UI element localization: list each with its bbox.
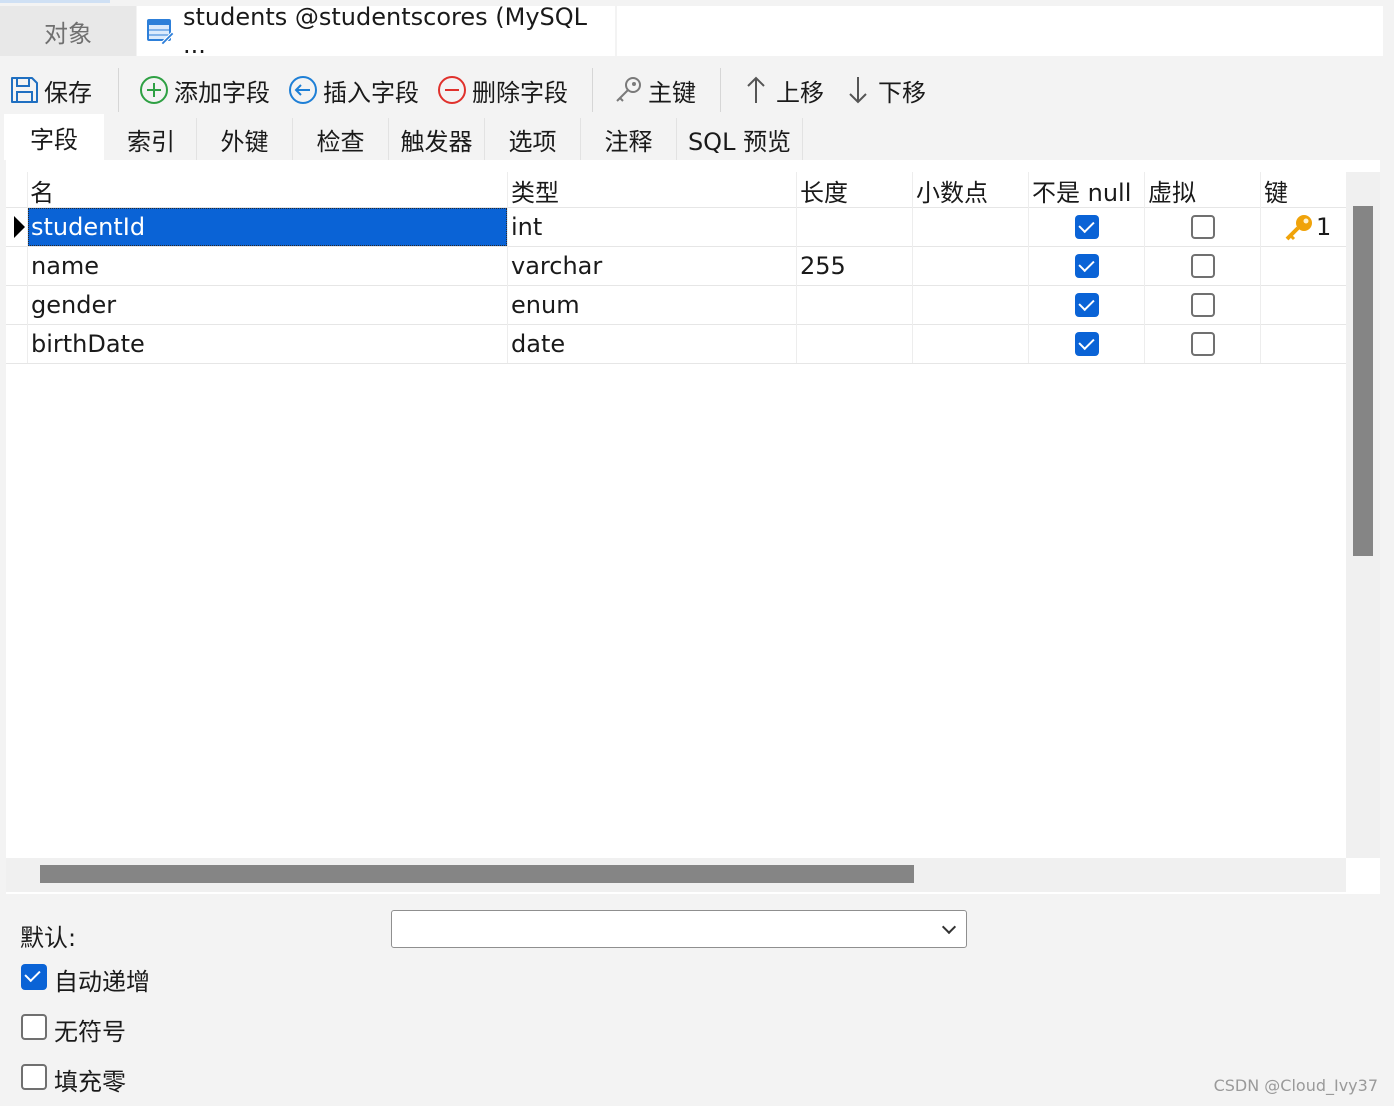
column-header-virtual[interactable]: 虚拟 (1145, 172, 1260, 208)
cell-field-length[interactable]: 255 (797, 247, 912, 285)
cell-field-decimals[interactable] (913, 208, 1028, 246)
arrow-down-icon (842, 74, 874, 106)
cell-field-type[interactable]: date (508, 325, 796, 363)
default-value-dropdown[interactable] (391, 910, 967, 948)
tab-sql-preview[interactable]: SQL 预览 (677, 118, 803, 160)
key-order-label: 1 (1316, 213, 1332, 241)
cell-field-length[interactable] (797, 208, 912, 246)
move-down-button[interactable]: 下移 (842, 72, 926, 108)
tab-objects[interactable]: 对象 (0, 6, 136, 56)
tab-table-designer-label: students @studentscores (MySQL ... (183, 3, 588, 59)
toolbar: 保存 添加字段 插入字段 删除字段 主键 上移 下移 (0, 60, 1394, 116)
tab-bar-empty (617, 6, 1383, 56)
cell-key[interactable] (1261, 247, 1346, 285)
tab-triggers[interactable]: 触发器 (389, 118, 485, 160)
grid-line (1144, 172, 1145, 363)
current-row-marker-icon (14, 216, 25, 238)
cell-field-name[interactable]: birthDate (28, 325, 507, 363)
primary-key-label: 主键 (648, 78, 696, 107)
tab-indexes[interactable]: 索引 (106, 118, 197, 160)
virtual-checkbox[interactable] (1191, 254, 1215, 278)
toolbar-divider (720, 68, 721, 112)
column-header-type[interactable]: 类型 (508, 172, 796, 208)
delete-field-button[interactable]: 删除字段 (436, 72, 568, 108)
grid-line (1028, 172, 1029, 363)
insert-field-button[interactable]: 插入字段 (287, 72, 419, 108)
move-down-label: 下移 (878, 78, 926, 107)
unsigned-label[interactable]: 无符号 (54, 1012, 126, 1047)
auto-increment-checkbox[interactable] (21, 964, 47, 990)
window-tab-bar: 对象 students @studentscores (MySQL ... (0, 0, 1394, 59)
column-header-length[interactable]: 长度 (797, 172, 912, 208)
virtual-checkbox[interactable] (1191, 332, 1215, 356)
cell-key[interactable] (1261, 325, 1346, 363)
tab-table-designer[interactable]: students @studentscores (MySQL ... (137, 3, 615, 59)
vertical-scroll-thumb[interactable] (1353, 206, 1373, 556)
unsigned-checkbox[interactable] (21, 1014, 47, 1040)
watermark: CSDN @Cloud_Ivy37 (1213, 1076, 1378, 1095)
tab-fields[interactable]: 字段 (4, 114, 104, 160)
table-design-icon (145, 16, 175, 46)
tab-checks[interactable]: 检查 (293, 118, 389, 160)
virtual-checkbox[interactable] (1191, 293, 1215, 317)
add-field-button[interactable]: 添加字段 (138, 72, 270, 108)
default-label: 默认: (20, 924, 77, 952)
horizontal-scroll-thumb[interactable] (40, 865, 914, 883)
fields-grid: 名 类型 长度 小数点 不是 null 虚拟 键 studentId int 1… (6, 172, 1346, 862)
tab-options[interactable]: 选项 (485, 118, 581, 160)
delete-field-label: 删除字段 (472, 78, 568, 107)
cell-field-length[interactable] (797, 286, 912, 324)
cell-key[interactable]: 1 (1284, 208, 1344, 246)
cell-field-length[interactable] (797, 325, 912, 363)
arrow-up-icon (740, 74, 772, 106)
primary-key-icon (1284, 213, 1316, 241)
cell-field-type[interactable]: varchar (508, 247, 796, 285)
tab-bar-accent (0, 0, 110, 3)
column-header-not-null[interactable]: 不是 null (1029, 172, 1144, 208)
toolbar-divider (118, 68, 119, 112)
zerofill-label[interactable]: 填充零 (54, 1062, 126, 1097)
column-header-decimals[interactable]: 小数点 (913, 172, 1028, 208)
save-icon (8, 74, 40, 106)
not-null-checkbox[interactable] (1075, 215, 1099, 239)
insert-arrow-icon (287, 74, 319, 106)
column-header-name[interactable]: 名 (27, 172, 507, 208)
insert-field-label: 插入字段 (323, 78, 419, 107)
key-icon (612, 74, 644, 106)
chevron-down-icon (941, 919, 957, 935)
cell-field-name[interactable]: name (28, 247, 507, 285)
cell-field-type[interactable]: enum (508, 286, 796, 324)
cell-field-decimals[interactable] (913, 247, 1028, 285)
not-null-checkbox[interactable] (1075, 293, 1099, 317)
cell-field-decimals[interactable] (913, 286, 1028, 324)
remove-circle-icon (436, 74, 468, 106)
add-field-label: 添加字段 (174, 78, 270, 107)
tab-comment[interactable]: 注释 (581, 118, 677, 160)
cell-key[interactable] (1261, 286, 1346, 324)
zerofill-checkbox[interactable] (21, 1064, 47, 1090)
move-up-label: 上移 (776, 78, 824, 107)
column-header-key[interactable]: 键 (1261, 172, 1346, 208)
cell-field-name[interactable]: studentId (28, 208, 507, 246)
move-up-button[interactable]: 上移 (740, 72, 824, 108)
not-null-checkbox[interactable] (1075, 332, 1099, 356)
cell-field-name[interactable]: gender (28, 286, 507, 324)
save-label: 保存 (44, 78, 92, 107)
save-button[interactable]: 保存 (8, 72, 92, 108)
add-circle-icon (138, 74, 170, 106)
tab-foreign-keys[interactable]: 外键 (197, 118, 293, 160)
designer-tabs: 字段 索引 外键 检查 触发器 选项 注释 SQL 预览 (0, 114, 1394, 160)
virtual-checkbox[interactable] (1191, 215, 1215, 239)
auto-increment-label[interactable]: 自动递增 (54, 962, 150, 997)
primary-key-button[interactable]: 主键 (612, 72, 696, 108)
not-null-checkbox[interactable] (1075, 254, 1099, 278)
toolbar-divider (592, 68, 593, 112)
cell-field-decimals[interactable] (913, 325, 1028, 363)
grid-line (6, 363, 1346, 364)
cell-field-type[interactable]: int (508, 208, 796, 246)
